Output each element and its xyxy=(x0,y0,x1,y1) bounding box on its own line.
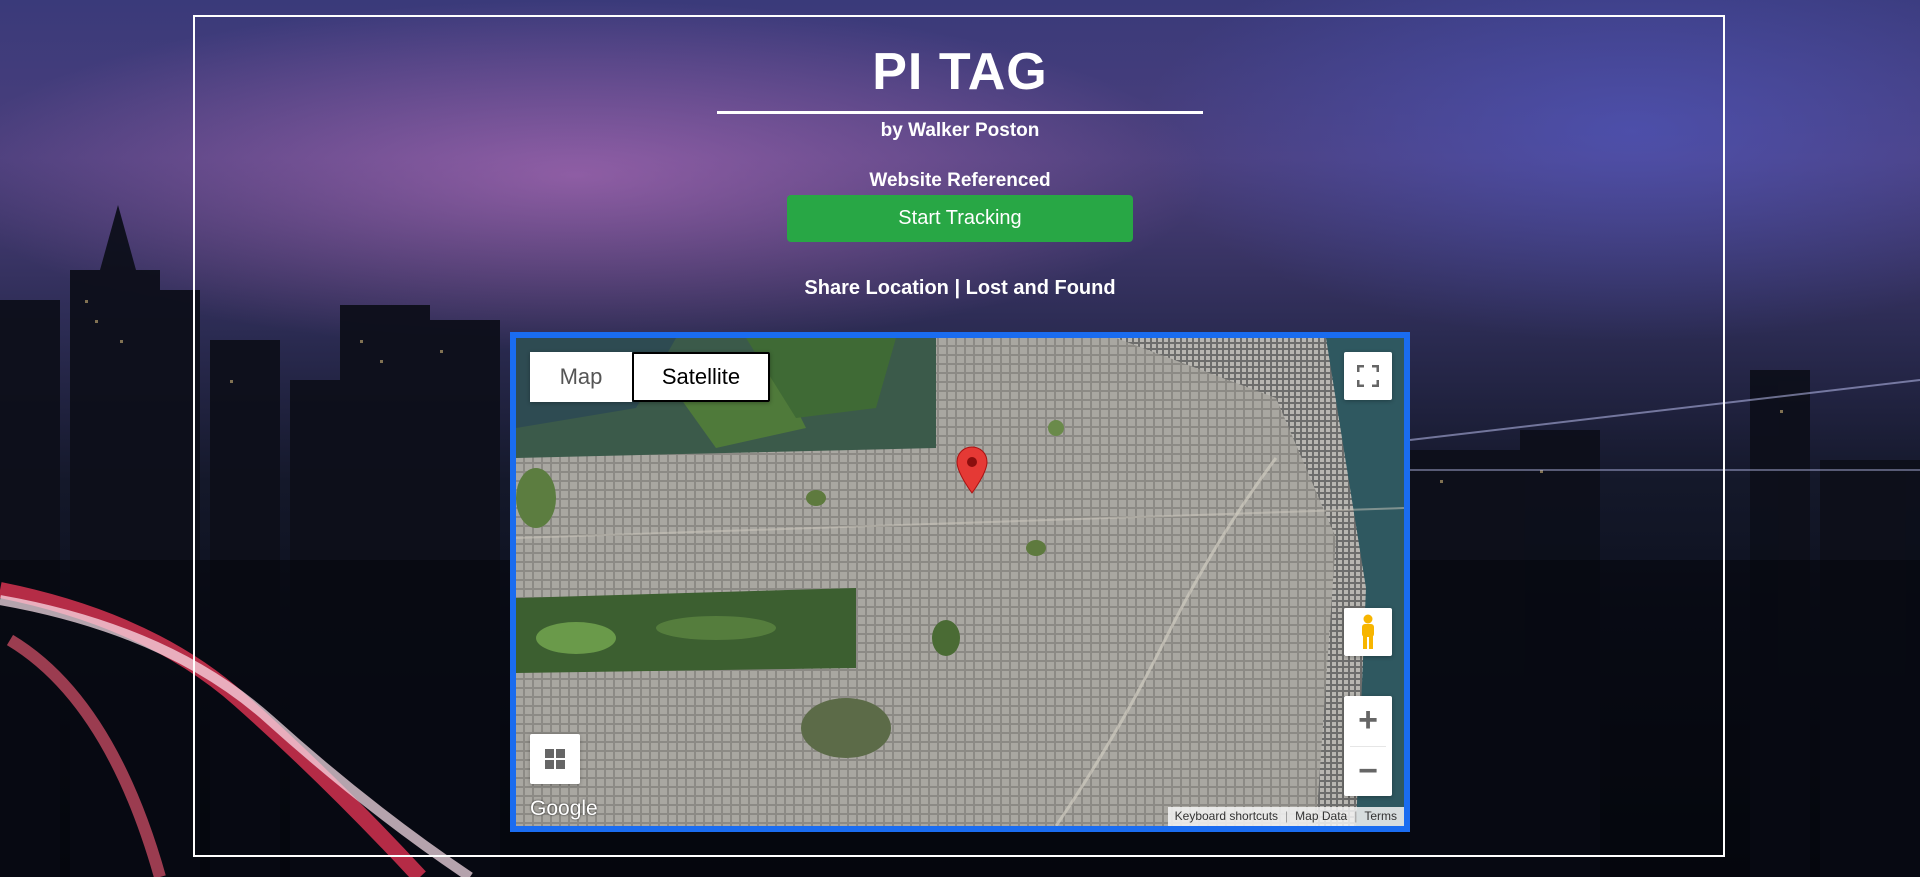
zoom-control: + − xyxy=(1344,696,1392,796)
author-byline: by Walker Poston xyxy=(880,120,1040,141)
map-data-link[interactable]: Map Data xyxy=(1288,807,1354,826)
layers-icon xyxy=(545,749,565,769)
satellite-view-button[interactable]: Satellite xyxy=(632,352,770,402)
fullscreen-icon xyxy=(1357,365,1379,387)
keyboard-shortcuts-link[interactable]: Keyboard shortcuts xyxy=(1168,807,1285,826)
map-pin-icon[interactable] xyxy=(956,446,988,494)
website-referenced-text: Website Referenced xyxy=(869,170,1051,191)
map-type-toggle: Map Satellite xyxy=(530,352,770,402)
satellite-map-imagery[interactable] xyxy=(516,338,1404,826)
title-divider xyxy=(717,111,1203,114)
zoom-in-icon[interactable]: + xyxy=(1344,696,1392,746)
map-attribution-bar: Keyboard shortcuts | Map Data | Terms xyxy=(1167,807,1404,826)
link-separator: | xyxy=(948,277,966,299)
street-view-pegman-button[interactable] xyxy=(1344,608,1392,656)
lost-and-found-link[interactable]: Lost and Found xyxy=(966,277,1116,299)
start-tracking-button[interactable]: Start Tracking xyxy=(787,195,1133,242)
share-location-link[interactable]: Share Location xyxy=(804,277,948,299)
pegman-icon xyxy=(1362,614,1374,649)
zoom-out-icon[interactable]: − xyxy=(1344,746,1392,796)
layers-button[interactable] xyxy=(530,734,580,784)
page-title: PI TAG xyxy=(872,43,1048,101)
nav-links: Share Location | Lost and Found xyxy=(0,277,1920,300)
map-container[interactable]: Map Satellite + − Google Keyboard shortc… xyxy=(510,332,1410,832)
google-logo: Google xyxy=(530,797,598,820)
fullscreen-button[interactable] xyxy=(1344,352,1392,400)
terms-link[interactable]: Terms xyxy=(1357,807,1404,826)
map-view-button[interactable]: Map xyxy=(530,352,632,402)
